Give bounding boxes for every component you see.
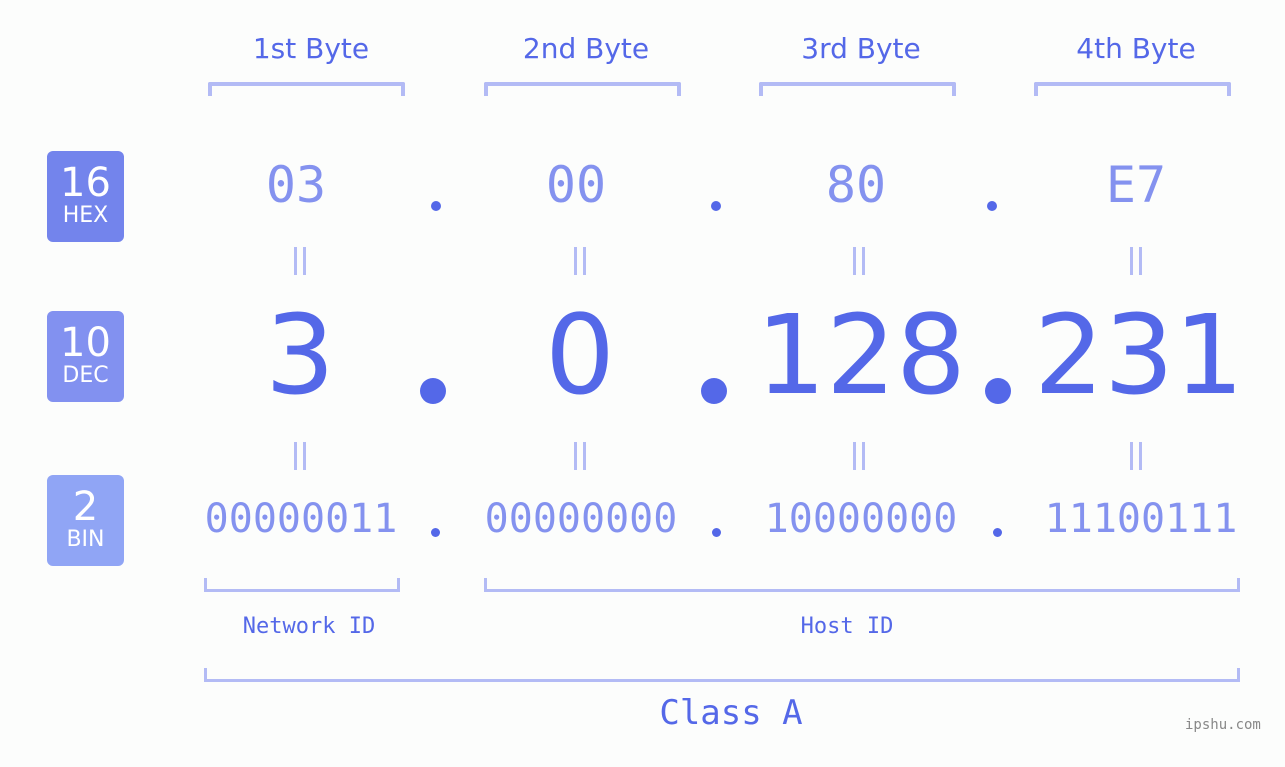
class-bracket	[204, 668, 1240, 682]
hex-badge-base: 16	[60, 160, 111, 206]
byte-label-4: 4th Byte	[1076, 32, 1196, 65]
dec-badge: 10 DEC	[47, 311, 124, 402]
hex-badge-label: HEX	[62, 203, 109, 228]
hex-value-4: E7	[1105, 156, 1167, 214]
dec-badge-label: DEC	[62, 363, 109, 388]
hex-badge: 16 HEX	[47, 151, 124, 242]
watermark: ipshu.com	[1185, 717, 1261, 733]
bin-value-4: 11100111	[1044, 496, 1238, 542]
equals-icon	[294, 247, 306, 275]
bin-badge-base: 2	[72, 484, 99, 530]
bin-value-2: 00000000	[484, 496, 678, 542]
bin-separator-dot	[993, 528, 1002, 537]
hex-value-3: 80	[825, 156, 887, 214]
dec-separator-dot	[985, 378, 1011, 404]
byte-label-1: 1st Byte	[252, 32, 370, 65]
host-id-label: Host ID	[800, 614, 894, 639]
bin-value-3: 10000000	[764, 496, 958, 542]
byte-bracket-1	[208, 82, 405, 96]
equals-icon	[1130, 442, 1142, 470]
network-id-label: Network ID	[242, 614, 376, 639]
equals-icon	[574, 247, 586, 275]
dec-value-1: 3	[265, 291, 335, 419]
dec-value-2: 0	[545, 291, 615, 419]
class-label: Class A	[659, 693, 803, 733]
dec-value-4: 231	[1034, 291, 1244, 419]
equals-icon	[1130, 247, 1142, 275]
equals-icon	[574, 442, 586, 470]
byte-bracket-3	[759, 82, 956, 96]
byte-label-2: 2nd Byte	[522, 32, 650, 65]
equals-icon	[853, 247, 865, 275]
host-id-bracket	[484, 578, 1240, 592]
byte-bracket-4	[1034, 82, 1231, 96]
hex-separator-dot	[431, 201, 441, 211]
hex-value-2: 00	[545, 156, 607, 214]
dec-badge-base: 10	[60, 320, 111, 366]
byte-label-3: 3rd Byte	[801, 32, 921, 65]
dec-value-3: 128	[756, 291, 966, 419]
dec-separator-dot	[701, 378, 727, 404]
equals-icon	[853, 442, 865, 470]
bin-separator-dot	[431, 528, 440, 537]
bin-badge: 2 BIN	[47, 475, 124, 566]
byte-bracket-2	[484, 82, 681, 96]
bin-badge-label: BIN	[66, 527, 105, 552]
equals-icon	[294, 442, 306, 470]
network-id-bracket	[204, 578, 400, 592]
hex-separator-dot	[711, 201, 721, 211]
hex-value-1: 03	[265, 156, 327, 214]
bin-separator-dot	[712, 528, 721, 537]
hex-separator-dot	[987, 201, 997, 211]
bin-value-1: 00000011	[204, 496, 398, 542]
dec-separator-dot	[420, 378, 446, 404]
